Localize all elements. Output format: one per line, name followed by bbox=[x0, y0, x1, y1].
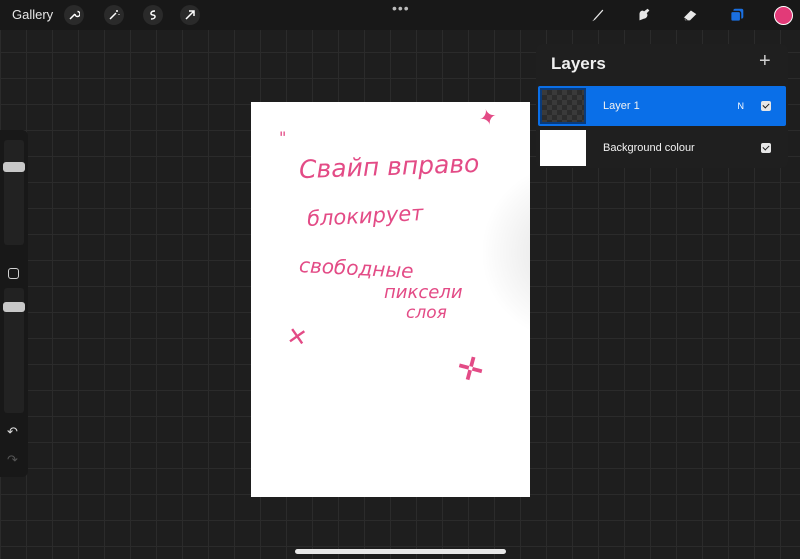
add-layer-button[interactable]: + bbox=[759, 50, 771, 73]
redo-button[interactable]: ↷ bbox=[7, 452, 18, 468]
selection-icon[interactable] bbox=[143, 5, 163, 25]
layer-name: Layer 1 bbox=[603, 100, 640, 112]
wrench-icon[interactable] bbox=[64, 5, 84, 25]
handwritten-line-1: Свайп вправо bbox=[298, 148, 480, 185]
blend-mode-button[interactable]: N bbox=[738, 101, 745, 111]
brush-icon[interactable] bbox=[587, 5, 607, 25]
eraser-icon[interactable] bbox=[680, 5, 700, 25]
sparkle-top-right: ✦ bbox=[476, 104, 501, 133]
layer-thumbnail bbox=[540, 88, 586, 124]
sparkle-bottom-right: ✛ bbox=[452, 347, 489, 391]
left-sidebar: ↶ ↷ bbox=[0, 130, 28, 477]
home-indicator[interactable] bbox=[295, 549, 506, 554]
layer-row-background-colour[interactable]: Background colour bbox=[538, 128, 786, 168]
color-picker-button[interactable] bbox=[774, 6, 793, 25]
quote-mark: " bbox=[279, 128, 287, 147]
magic-wand-icon[interactable] bbox=[104, 5, 124, 25]
handwritten-line-3: свободные bbox=[298, 253, 415, 283]
opacity-thumb[interactable] bbox=[3, 302, 25, 312]
layer-row-layer-1[interactable]: Layer 1 N bbox=[538, 86, 786, 126]
handwritten-line-2: блокирует bbox=[306, 200, 425, 232]
transform-arrow-icon[interactable] bbox=[180, 5, 200, 25]
layers-title: Layers bbox=[551, 54, 606, 73]
smudge-icon[interactable] bbox=[634, 5, 654, 25]
opacity-slider[interactable] bbox=[3, 288, 25, 413]
top-toolbar: Gallery ••• bbox=[0, 0, 800, 30]
visibility-checkbox[interactable] bbox=[761, 143, 771, 153]
canvas-shading bbox=[480, 162, 530, 342]
drawing-canvas[interactable]: " Свайп вправо блокирует свободные пиксе… bbox=[251, 102, 530, 497]
brush-size-slider[interactable] bbox=[3, 140, 25, 245]
brush-size-thumb[interactable] bbox=[3, 162, 25, 172]
gallery-button[interactable]: Gallery bbox=[12, 7, 53, 22]
layer-name: Background colour bbox=[603, 142, 695, 154]
sparkle-left: ✕ bbox=[284, 321, 310, 353]
layers-panel: Layers + Layer 1 N Background colour bbox=[536, 44, 788, 168]
layer-thumbnail bbox=[540, 130, 586, 166]
modify-button[interactable] bbox=[8, 268, 19, 279]
handwritten-line-4: пиксели bbox=[384, 282, 463, 303]
handwritten-line-5: слоя bbox=[406, 303, 447, 323]
undo-button[interactable]: ↶ bbox=[7, 424, 18, 440]
layers-icon[interactable] bbox=[727, 5, 747, 25]
visibility-checkbox[interactable] bbox=[761, 101, 771, 111]
more-options-icon[interactable]: ••• bbox=[392, 0, 410, 16]
